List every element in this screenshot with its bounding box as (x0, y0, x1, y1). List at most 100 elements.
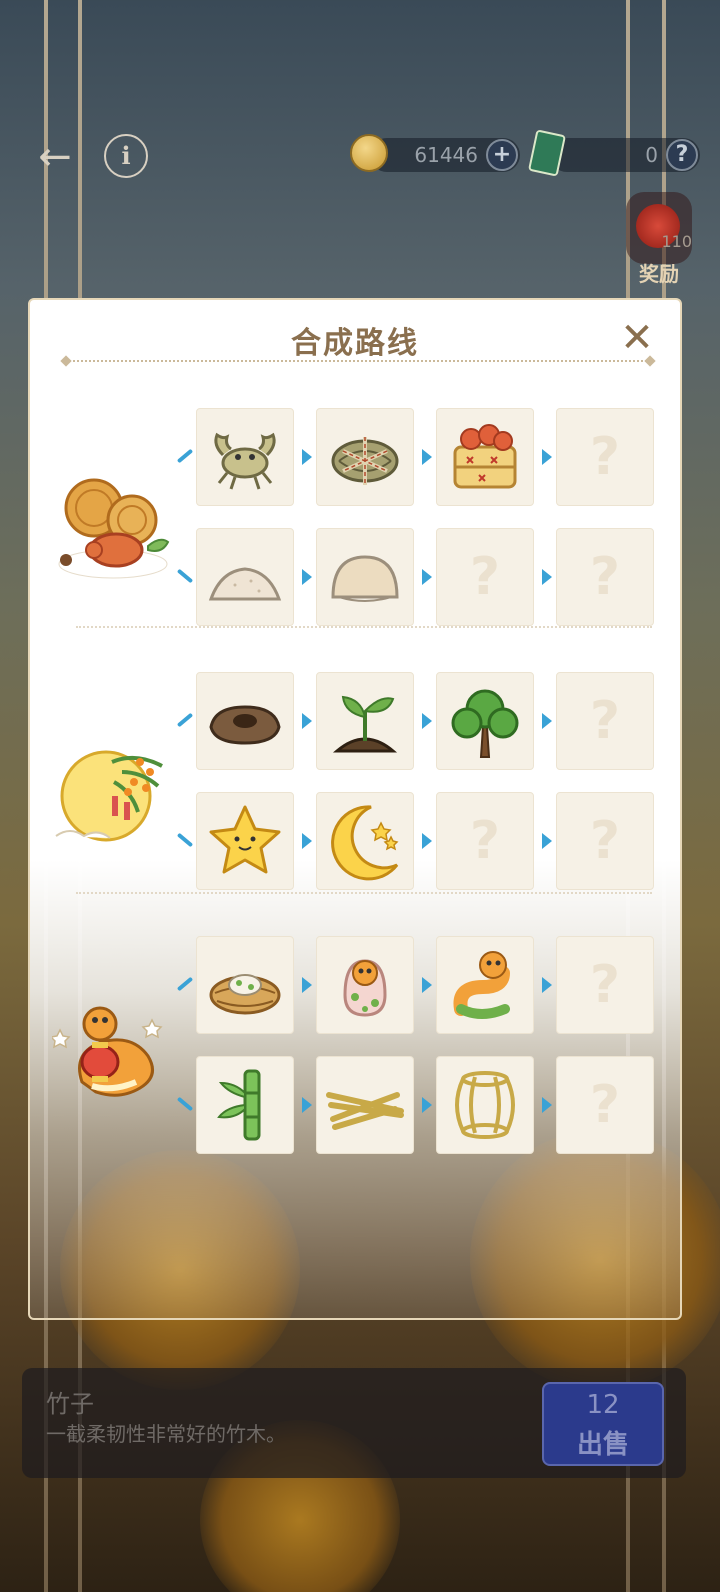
title-divider (66, 360, 650, 362)
unknown-item-icon: ? (589, 811, 621, 871)
chain-slot[interactable]: ? (556, 936, 654, 1034)
unknown-item-icon: ? (469, 811, 501, 871)
back-button[interactable]: ← (30, 135, 80, 179)
unknown-item-icon: ? (589, 547, 621, 607)
osmanthus-moon-icon[interactable] (52, 732, 170, 850)
chain-slot[interactable] (316, 936, 414, 1034)
reward-label: 奖励 (639, 262, 679, 286)
chain-arrow (422, 713, 432, 729)
chain-slot[interactable] (196, 672, 294, 770)
chain-slot[interactable]: ? (556, 528, 654, 626)
item-name: 竹子 (46, 1390, 94, 1418)
merge-route-panel: 合成路线 ✕ ? ? ? ? ? ? ? ? (28, 298, 682, 1320)
chain-connector (176, 448, 194, 464)
chain-arrow (542, 977, 552, 993)
chain-arrow (422, 1097, 432, 1113)
chain-slot[interactable] (196, 1056, 294, 1154)
add-coins-button[interactable]: + (486, 139, 518, 171)
unknown-item-icon: ? (589, 955, 621, 1015)
unknown-item-icon: ? (589, 427, 621, 487)
reward-count: 110 (661, 232, 692, 251)
ticket-value: 0 (645, 143, 658, 167)
item-description: 一截柔韧性非常好的竹木。 (46, 1422, 286, 1446)
chain-arrow (542, 449, 552, 465)
chain-slot[interactable] (196, 408, 294, 506)
chain-slot[interactable]: ? (436, 528, 534, 626)
group-divider (76, 626, 652, 628)
sprout-icon (332, 695, 398, 753)
chain-slot[interactable]: ? (556, 408, 654, 506)
chain-connector (176, 712, 194, 728)
chain-slot[interactable] (436, 936, 534, 1034)
chain-arrow (542, 833, 552, 849)
ticket-icon (527, 129, 567, 177)
bamboo-strips-icon (326, 1092, 404, 1130)
sell-button[interactable]: 12 出售 (542, 1382, 664, 1466)
sell-label: 出售 (576, 1430, 629, 1460)
bundled-crab-icon (331, 437, 399, 485)
chain-slot[interactable] (316, 408, 414, 506)
chain-slot[interactable] (316, 1056, 414, 1154)
chain-slot[interactable] (436, 1056, 534, 1154)
chain-slot[interactable] (196, 792, 294, 890)
coin-icon (350, 134, 388, 172)
chain-arrow (542, 713, 552, 729)
flour-pile-icon (208, 567, 282, 601)
chain-arrow (422, 977, 432, 993)
chain-slot[interactable]: ? (556, 1056, 654, 1154)
tree-icon (451, 689, 519, 758)
group-divider (76, 892, 652, 894)
chain-arrow (302, 833, 312, 849)
reward-button[interactable]: 110 奖励 (622, 192, 696, 288)
info-button[interactable]: i (104, 134, 148, 178)
crescent-moon-icon (331, 805, 399, 881)
coin-counter: 61446 + (350, 134, 520, 172)
chain-slot[interactable] (436, 672, 534, 770)
ticket-help-button[interactable]: ? (666, 139, 698, 171)
top-bar: ← i 61446 + 0 ? 110 奖励 (0, 0, 720, 300)
chain-arrow (422, 449, 432, 465)
chain-arrow (422, 569, 432, 585)
chain-slot[interactable] (316, 528, 414, 626)
snake-icon (453, 951, 510, 1019)
chain-slot[interactable]: ? (436, 792, 534, 890)
chain-arrow (422, 833, 432, 849)
chain-slot[interactable] (316, 672, 414, 770)
chain-arrow (542, 569, 552, 585)
bamboo-lantern-frame-icon (455, 1071, 515, 1139)
chain-connector (176, 976, 194, 992)
chain-connector (176, 832, 194, 848)
chain-arrow (302, 569, 312, 585)
mooncake-crab-icon[interactable] (54, 468, 172, 586)
bamboo-icon (217, 1069, 261, 1141)
dough-ball-icon (331, 555, 399, 602)
close-button[interactable]: ✕ (618, 318, 656, 358)
dirt-hole-icon (209, 705, 281, 745)
chain-slot[interactable] (436, 408, 534, 506)
unknown-item-icon: ? (589, 1075, 621, 1135)
chain-slot[interactable] (196, 528, 294, 626)
unknown-item-icon: ? (469, 547, 501, 607)
chain-slot[interactable] (196, 936, 294, 1034)
chain-connector (176, 1096, 194, 1112)
crab-icon (214, 432, 276, 490)
coin-value: 61446 (414, 143, 478, 167)
chain-slot[interactable]: ? (556, 792, 654, 890)
chain-connector (176, 568, 194, 584)
chain-slot[interactable] (316, 792, 414, 890)
chain-arrow (542, 1097, 552, 1113)
ticket-counter: 0 ? (527, 129, 700, 177)
star-icon (209, 805, 281, 874)
chain-slot[interactable]: ? (556, 672, 654, 770)
chain-arrow (302, 449, 312, 465)
unknown-item-icon: ? (589, 691, 621, 751)
chain-arrow (302, 977, 312, 993)
chain-arrow (302, 1097, 312, 1113)
chain-arrow (302, 713, 312, 729)
selected-item-bar: 竹子 一截柔韧性非常好的竹木。 12 出售 (22, 1368, 686, 1478)
crab-steamer-icon (453, 424, 517, 489)
hatching-snake-icon (343, 959, 387, 1017)
nest-egg-icon (209, 974, 281, 1015)
snake-lantern-icon[interactable] (49, 990, 170, 1108)
panel-title: 合成路线 (291, 326, 419, 361)
